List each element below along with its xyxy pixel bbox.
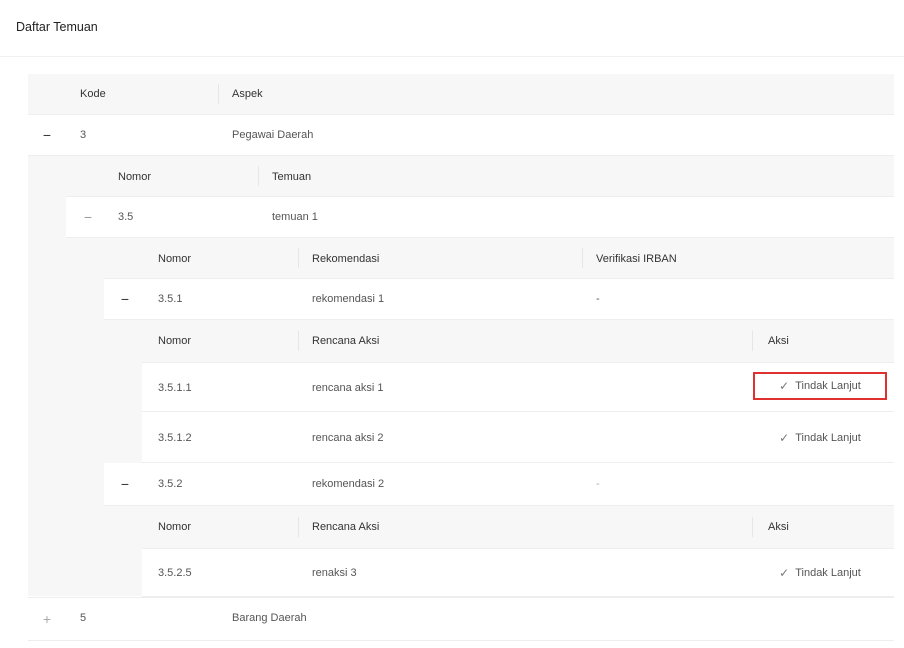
- table-header-row: [28, 74, 894, 115]
- tindak-lanjut-label: Tindak Lanjut: [795, 380, 861, 392]
- rencana-nomor: 3.5.1.1: [158, 382, 192, 394]
- tindak-lanjut-button[interactable]: ✓ Tindak Lanjut: [753, 372, 887, 400]
- row-kode: 5: [80, 612, 87, 624]
- column-divider: [752, 517, 753, 537]
- collapse-rekomendasi-icon[interactable]: −: [118, 477, 132, 491]
- rencana-nomor: 3.5.2.5: [158, 567, 192, 579]
- rencana-nomor: 3.5.1.2: [158, 432, 192, 444]
- column-header-aksi: Aksi: [768, 335, 789, 347]
- collapse-row-3-icon[interactable]: −: [40, 128, 54, 142]
- column-header-nomor: Nomor: [158, 521, 192, 533]
- column-header-rencana: Rencana Aksi: [312, 335, 380, 347]
- check-icon: ✓: [779, 566, 790, 580]
- row-aspek: Pegawai Daerah: [232, 129, 314, 141]
- collapse-rekomendasi-icon[interactable]: −: [118, 292, 132, 306]
- rencana-text: renaksi 3: [312, 567, 357, 579]
- column-header-temuan: Temuan: [272, 171, 312, 183]
- column-divider: [298, 248, 299, 268]
- column-divider: [218, 84, 219, 104]
- column-header-aspek: Aspek: [232, 88, 263, 100]
- rekomendasi-text: rekomendasi 1: [312, 293, 385, 305]
- row-kode: 3: [80, 129, 87, 141]
- rekomendasi-header-row: [104, 238, 894, 279]
- temuan-row: [66, 197, 894, 238]
- column-divider: [258, 166, 259, 186]
- temuan-nomor: 3.5: [118, 211, 134, 223]
- rekomendasi-row: [104, 463, 894, 506]
- verifikasi-value: -: [596, 293, 600, 305]
- column-divider: [582, 248, 583, 268]
- temuan-header-row: [66, 156, 894, 197]
- column-header-nomor: Nomor: [158, 335, 192, 347]
- verifikasi-value: -: [596, 478, 600, 490]
- table-row: [28, 115, 894, 156]
- collapse-temuan-icon[interactable]: −: [81, 210, 95, 224]
- column-divider: [298, 517, 299, 537]
- expand-row-5-icon[interactable]: +: [40, 612, 54, 626]
- rekomendasi-nomor: 3.5.2: [158, 478, 183, 490]
- column-header-nomor: Nomor: [118, 171, 152, 183]
- column-header-aksi: Aksi: [768, 521, 789, 533]
- column-header-rekomendasi: Rekomendasi: [312, 253, 380, 265]
- column-header-verifikasi: Verifikasi IRBAN: [596, 253, 677, 265]
- rencana-text: rencana aksi 2: [312, 432, 384, 444]
- tindak-lanjut-label: Tindak Lanjut: [795, 432, 861, 444]
- page-title: Daftar Temuan: [16, 20, 98, 34]
- column-header-rencana: Rencana Aksi: [312, 521, 380, 533]
- page-header: Daftar Temuan: [0, 0, 904, 57]
- temuan-text: temuan 1: [272, 211, 318, 223]
- column-divider: [298, 331, 299, 351]
- rekomendasi-nomor: 3.5.1: [158, 293, 183, 305]
- tindak-lanjut-label: Tindak Lanjut: [795, 567, 861, 579]
- rencana-text: rencana aksi 1: [312, 382, 384, 394]
- check-icon: ✓: [779, 431, 790, 445]
- rekomendasi-row: [104, 279, 894, 320]
- column-header-nomor: Nomor: [158, 253, 192, 265]
- row-aspek: Barang Daerah: [232, 612, 307, 624]
- tindak-lanjut-button[interactable]: ✓ Tindak Lanjut: [753, 559, 887, 587]
- check-icon: ✓: [779, 379, 790, 393]
- column-divider: [752, 331, 753, 351]
- rekomendasi-text: rekomendasi 2: [312, 478, 385, 490]
- column-header-kode: Kode: [80, 88, 106, 100]
- table-row: [28, 597, 894, 641]
- tindak-lanjut-button[interactable]: ✓ Tindak Lanjut: [753, 424, 887, 452]
